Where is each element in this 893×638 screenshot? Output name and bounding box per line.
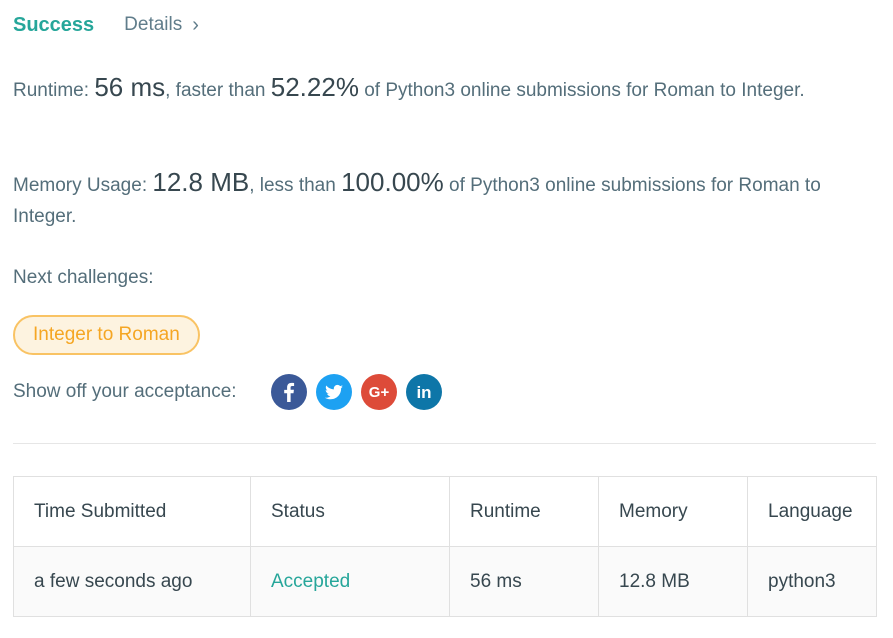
next-challenges-label: Next challenges:	[13, 267, 154, 288]
memory-label: Memory Usage:	[13, 175, 153, 196]
column-header-status: Status	[250, 476, 450, 547]
cell-time-submitted: a few seconds ago	[13, 546, 251, 617]
runtime-percent: 52.22%	[270, 72, 359, 102]
share-row: Show off your acceptance: G+ in	[13, 374, 451, 410]
memory-percent: 100.00%	[341, 167, 444, 197]
cell-status-accepted-link[interactable]: Accepted	[250, 546, 450, 617]
section-divider	[13, 443, 876, 444]
details-link[interactable]: Details ›	[124, 14, 199, 36]
column-header-language: Language	[747, 476, 877, 547]
runtime-mid-text: , faster than	[165, 80, 271, 101]
facebook-share-button[interactable]	[270, 374, 307, 410]
challenge-integer-to-roman-button[interactable]: Integer to Roman	[13, 315, 200, 355]
twitter-icon	[324, 384, 343, 400]
submission-result-page: Success Details › Runtime: 56 ms, faster…	[0, 0, 893, 638]
twitter-share-button[interactable]	[315, 374, 352, 410]
result-header: Success Details ›	[13, 10, 199, 40]
column-header-time-submitted: Time Submitted	[13, 476, 251, 547]
share-label: Show off your acceptance:	[13, 381, 237, 402]
linkedin-share-button[interactable]: in	[405, 374, 442, 410]
details-label: Details	[124, 14, 183, 35]
cell-memory: 12.8 MB	[598, 546, 748, 617]
cell-language: python3	[747, 546, 877, 617]
runtime-stat: Runtime: 56 ms, faster than 52.22% of Py…	[13, 72, 863, 106]
column-header-runtime: Runtime	[449, 476, 599, 547]
memory-mid-text: , less than	[249, 175, 342, 196]
chevron-right-icon: ›	[192, 14, 199, 36]
runtime-suffix: of Python3 online submissions for Roman …	[358, 80, 805, 101]
table-row: a few seconds ago Accepted 56 ms 12.8 MB…	[13, 546, 877, 617]
status-title: Success	[13, 13, 95, 36]
runtime-label: Runtime:	[13, 80, 95, 101]
google-plus-share-button[interactable]: G+	[360, 374, 397, 410]
svg-text:in: in	[416, 383, 431, 402]
facebook-icon	[283, 382, 294, 402]
column-header-memory: Memory	[598, 476, 748, 547]
svg-text:G+: G+	[368, 384, 389, 401]
memory-value: 12.8 MB	[152, 167, 250, 197]
submissions-table: Time Submitted Status Runtime Memory Lan…	[13, 476, 877, 617]
runtime-value: 56 ms	[94, 72, 166, 102]
memory-stat: Memory Usage: 12.8 MB, less than 100.00%…	[13, 167, 863, 232]
cell-runtime: 56 ms	[449, 546, 599, 617]
linkedin-icon: in	[416, 383, 431, 402]
table-header-row: Time Submitted Status Runtime Memory Lan…	[13, 476, 877, 547]
google-plus-icon: G+	[368, 384, 389, 401]
